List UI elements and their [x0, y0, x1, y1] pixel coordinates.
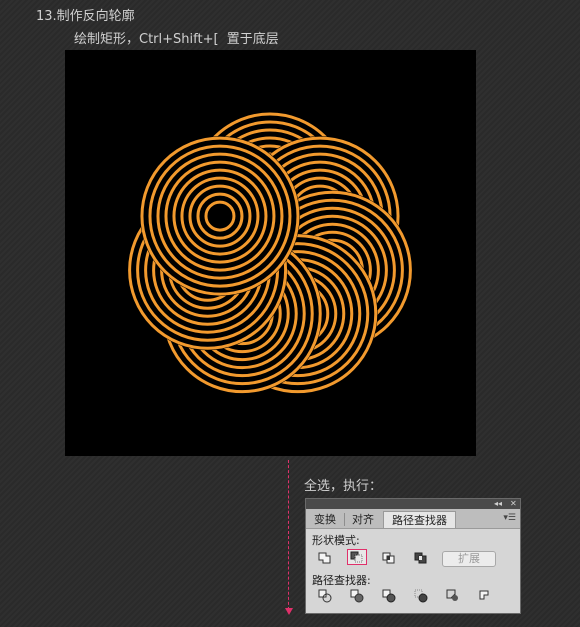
tab-align[interactable]: 对齐 — [346, 511, 380, 528]
divide-icon[interactable] — [315, 588, 335, 604]
shape-modes-label: 形状模式: — [312, 534, 360, 547]
collapse-icon[interactable]: ◂◂ — [494, 499, 502, 509]
ring-group-6 — [139, 136, 300, 297]
exclude-icon[interactable] — [411, 550, 431, 566]
merge-icon[interactable] — [379, 588, 399, 604]
panel-titlebar: ◂◂ ✕ — [306, 499, 520, 509]
pointer-line — [288, 460, 289, 610]
crop-icon[interactable] — [411, 588, 431, 604]
intersect-icon[interactable] — [379, 550, 399, 566]
minus-front-icon[interactable] — [347, 549, 367, 565]
pathfinder-panel: ◂◂ ✕ 变换 对齐 路径查找器 ▾☰ 形状模式: 扩展 路径查找器: — [305, 498, 521, 614]
unite-icon[interactable] — [315, 550, 335, 566]
artwork-canvas — [65, 50, 476, 456]
tab-pathfinder[interactable]: 路径查找器 — [383, 511, 456, 528]
caption-select-all: 全选，执行： — [304, 479, 383, 494]
minus-back-icon[interactable] — [475, 588, 495, 604]
pointer-arrowhead — [285, 608, 293, 615]
outline-icon[interactable] — [443, 588, 463, 604]
panel-menu-icon[interactable]: ▾☰ — [503, 513, 516, 523]
step-instruction: 绘制矩形，Ctrl+Shift+[ 置于底层 — [74, 32, 279, 47]
step-title: 13.制作反向轮廓 — [36, 9, 135, 24]
pathfinders-label: 路径查找器: — [312, 574, 371, 587]
expand-button[interactable]: 扩展 — [442, 551, 496, 567]
tab-divider — [344, 513, 345, 526]
trim-icon[interactable] — [347, 588, 367, 604]
tab-transform[interactable]: 变换 — [308, 511, 342, 528]
interlocking-rings-artwork — [127, 112, 413, 394]
close-icon[interactable]: ✕ — [510, 499, 517, 509]
panel-tabs: 变换 对齐 路径查找器 ▾☰ — [306, 509, 520, 529]
